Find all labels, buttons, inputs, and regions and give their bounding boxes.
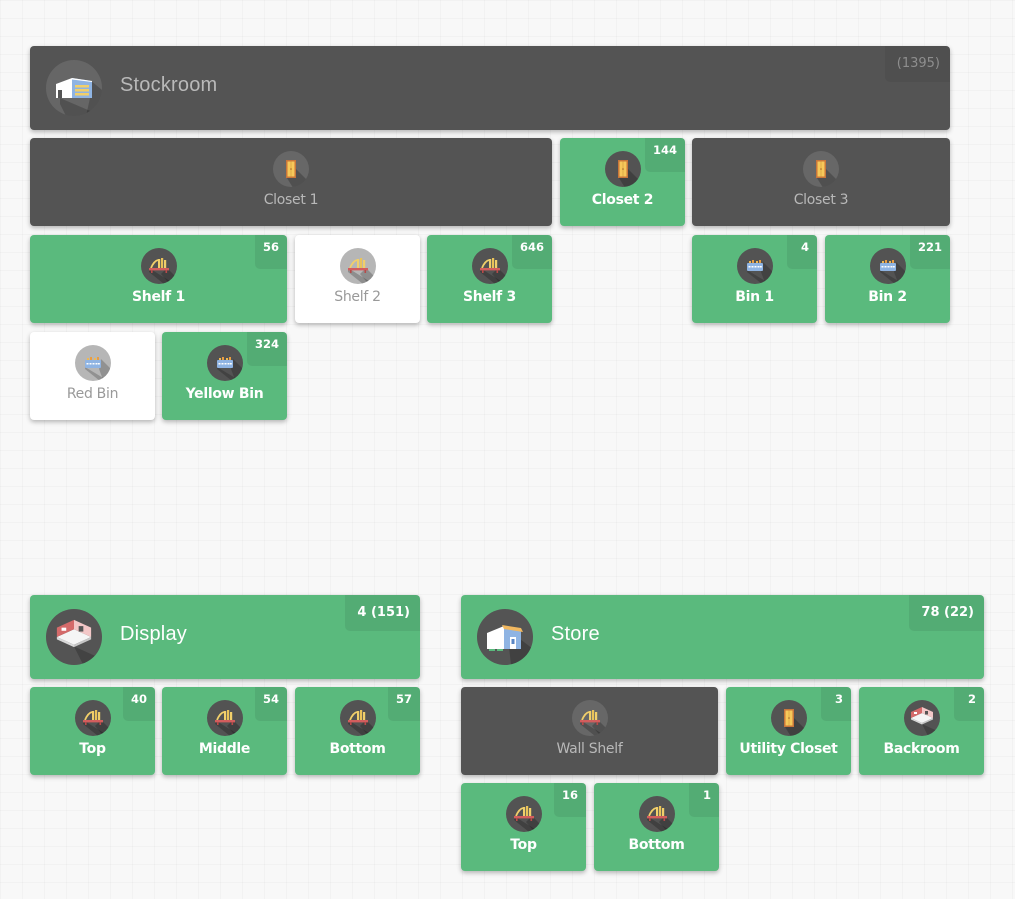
item-count-badge: 4 <box>787 235 817 269</box>
location-wall-shelf-bottom[interactable]: Bottom 1 <box>594 783 719 871</box>
location-label: Closet 3 <box>793 192 849 208</box>
location-label: Utility Closet <box>739 741 838 757</box>
location-label: Bin 1 <box>735 289 774 305</box>
location-bin-1[interactable]: Bin 1 4 <box>692 235 817 323</box>
shelf-icon <box>206 700 243 736</box>
location-label: Bin 2 <box>868 289 907 305</box>
location-label: Closet 2 <box>591 192 654 208</box>
location-label: Backroom <box>883 741 960 757</box>
display-title: Display <box>120 623 187 645</box>
stockroom-count-badge: (1395) <box>884 46 950 82</box>
location-display-middle[interactable]: Middle 54 <box>162 687 287 775</box>
item-count-badge: 40 <box>122 687 155 721</box>
shelf-icon <box>471 248 508 284</box>
closet-icon <box>604 151 641 187</box>
location-closet-3[interactable]: Closet 3 <box>692 138 950 226</box>
shelf-icon <box>505 796 542 832</box>
location-shelf-3[interactable]: Shelf 3 646 <box>427 235 552 323</box>
item-count-badge: 324 <box>246 332 287 366</box>
location-closet-1[interactable]: Closet 1 <box>30 138 552 226</box>
location-wall-shelf[interactable]: Wall Shelf <box>461 687 718 775</box>
location-red-bin[interactable]: Red Bin <box>30 332 155 420</box>
shelf-icon <box>571 700 608 736</box>
display-count-badge: 4 (151) <box>345 595 420 631</box>
bin-icon <box>869 248 906 284</box>
location-shelf-1[interactable]: Shelf 1 56 <box>30 235 287 323</box>
location-bin-2[interactable]: Bin 2 221 <box>825 235 950 323</box>
location-label: Shelf 3 <box>463 289 516 305</box>
closet-icon <box>770 700 807 736</box>
location-label: Red Bin <box>66 386 119 402</box>
item-count-badge: 144 <box>644 138 685 172</box>
location-label: Shelf 2 <box>334 289 381 305</box>
closet-icon <box>273 151 309 187</box>
location-shelf-2[interactable]: Shelf 2 <box>295 235 420 323</box>
location-wall-shelf-top[interactable]: Top 16 <box>461 783 586 871</box>
location-utility-closet[interactable]: Utility Closet 3 <box>726 687 851 775</box>
store-title: Store <box>551 623 600 645</box>
location-label: Shelf 1 <box>132 289 185 305</box>
location-display-bottom[interactable]: Bottom 57 <box>295 687 420 775</box>
store-building-icon <box>477 609 533 665</box>
bin-icon <box>736 248 773 284</box>
location-label: Closet 1 <box>263 192 319 208</box>
item-count-badge: 1 <box>689 783 719 817</box>
item-count-badge: 2 <box>954 687 984 721</box>
room-icon <box>46 609 102 665</box>
item-count-badge: 54 <box>254 687 287 721</box>
stockroom-title: Stockroom <box>120 74 218 96</box>
item-count-badge: 646 <box>511 235 552 269</box>
location-label: Bottom <box>329 741 386 757</box>
item-count-badge: 57 <box>387 687 420 721</box>
bin-icon <box>206 345 243 381</box>
location-display-top[interactable]: Top 40 <box>30 687 155 775</box>
store-header[interactable]: Store 78 (22) <box>461 595 984 679</box>
bin-icon <box>74 345 111 381</box>
location-closet-2[interactable]: Closet 2 144 <box>560 138 685 226</box>
room-icon <box>903 700 940 736</box>
shelf-icon <box>74 700 111 736</box>
location-label: Top <box>510 837 537 853</box>
shelf-icon <box>339 248 376 284</box>
location-yellow-bin[interactable]: Yellow Bin 324 <box>162 332 287 420</box>
shelf-icon <box>339 700 376 736</box>
location-backroom[interactable]: Backroom 2 <box>859 687 984 775</box>
item-count-badge: 56 <box>254 235 287 269</box>
location-label: Bottom <box>628 837 685 853</box>
shelf-icon <box>140 248 177 284</box>
location-label: Yellow Bin <box>185 386 264 402</box>
warehouse-icon <box>46 60 102 116</box>
item-count-badge: 16 <box>553 783 586 817</box>
closet-icon <box>803 151 839 187</box>
store-count-badge: 78 (22) <box>909 595 984 631</box>
item-count-badge: 3 <box>821 687 851 721</box>
location-label: Top <box>79 741 106 757</box>
stockroom-header[interactable]: Stockroom (1395) <box>30 46 950 130</box>
display-header[interactable]: Display 4 (151) <box>30 595 420 679</box>
location-label: Wall Shelf <box>556 741 623 757</box>
location-label: Middle <box>198 741 251 757</box>
shelf-icon <box>638 796 675 832</box>
item-count-badge: 221 <box>909 235 950 269</box>
